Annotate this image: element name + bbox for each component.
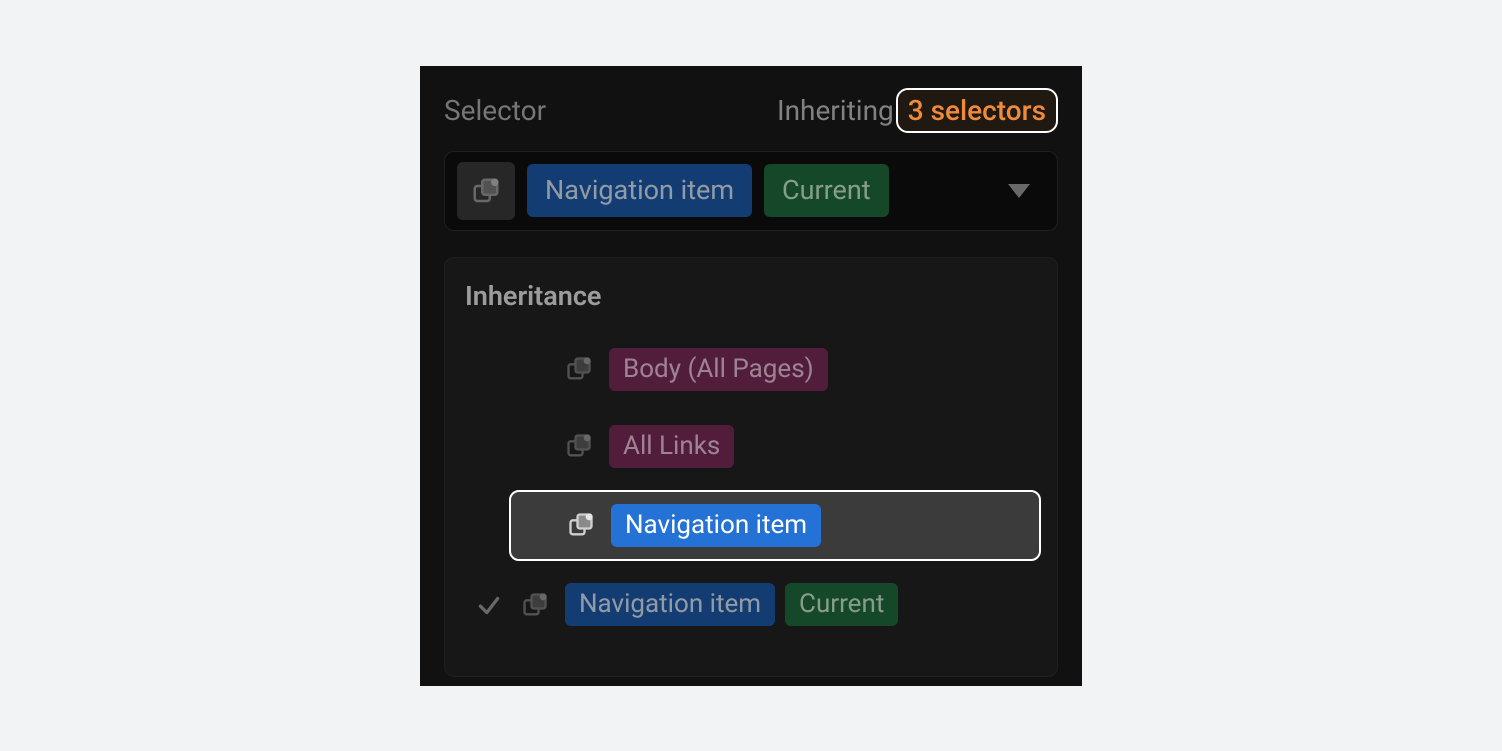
inheriting-label: Inheriting <box>777 94 894 127</box>
inheritance-row[interactable]: Body (All Pages) <box>509 336 1041 403</box>
class-icon <box>471 176 501 206</box>
style-selector-panel: Selector Inheriting 3 selectors Navigati… <box>420 66 1082 686</box>
inheritance-tag[interactable]: Navigation item <box>565 583 775 626</box>
state-tag-current[interactable]: Current <box>764 164 889 216</box>
inheritance-panel: Inheritance Body (All Pages) All Links <box>444 257 1058 678</box>
selector-type-button[interactable] <box>457 162 515 220</box>
check-cell <box>473 592 505 618</box>
inheritance-tag[interactable]: Body (All Pages) <box>609 348 828 391</box>
inheriting-count-badge[interactable]: 3 selectors <box>896 88 1058 133</box>
selector-header: Selector Inheriting 3 selectors <box>444 88 1058 133</box>
selector-label: Selector <box>444 94 546 127</box>
class-icon <box>565 355 593 383</box>
inheritance-tag[interactable]: Current <box>785 583 898 626</box>
inheritance-tag[interactable]: Navigation item <box>611 504 821 547</box>
inheriting-group: Inheriting 3 selectors <box>777 88 1058 133</box>
chevron-down-icon <box>1008 184 1030 198</box>
class-tag-navigation-item[interactable]: Navigation item <box>527 164 752 216</box>
inheritance-tag[interactable]: All Links <box>609 425 734 468</box>
selector-dropdown-toggle[interactable] <box>993 165 1045 217</box>
class-icon <box>567 511 595 539</box>
class-icon <box>521 591 549 619</box>
selector-field[interactable]: Navigation item Current <box>444 151 1058 231</box>
class-icon <box>565 432 593 460</box>
inheritance-row[interactable]: All Links <box>509 413 1041 480</box>
inheritance-title: Inheritance <box>465 280 1041 312</box>
inheritance-row-current[interactable]: Navigation item Current <box>465 571 1041 638</box>
checkmark-icon <box>476 592 502 618</box>
inheritance-row-selected[interactable]: Navigation item <box>509 490 1041 561</box>
